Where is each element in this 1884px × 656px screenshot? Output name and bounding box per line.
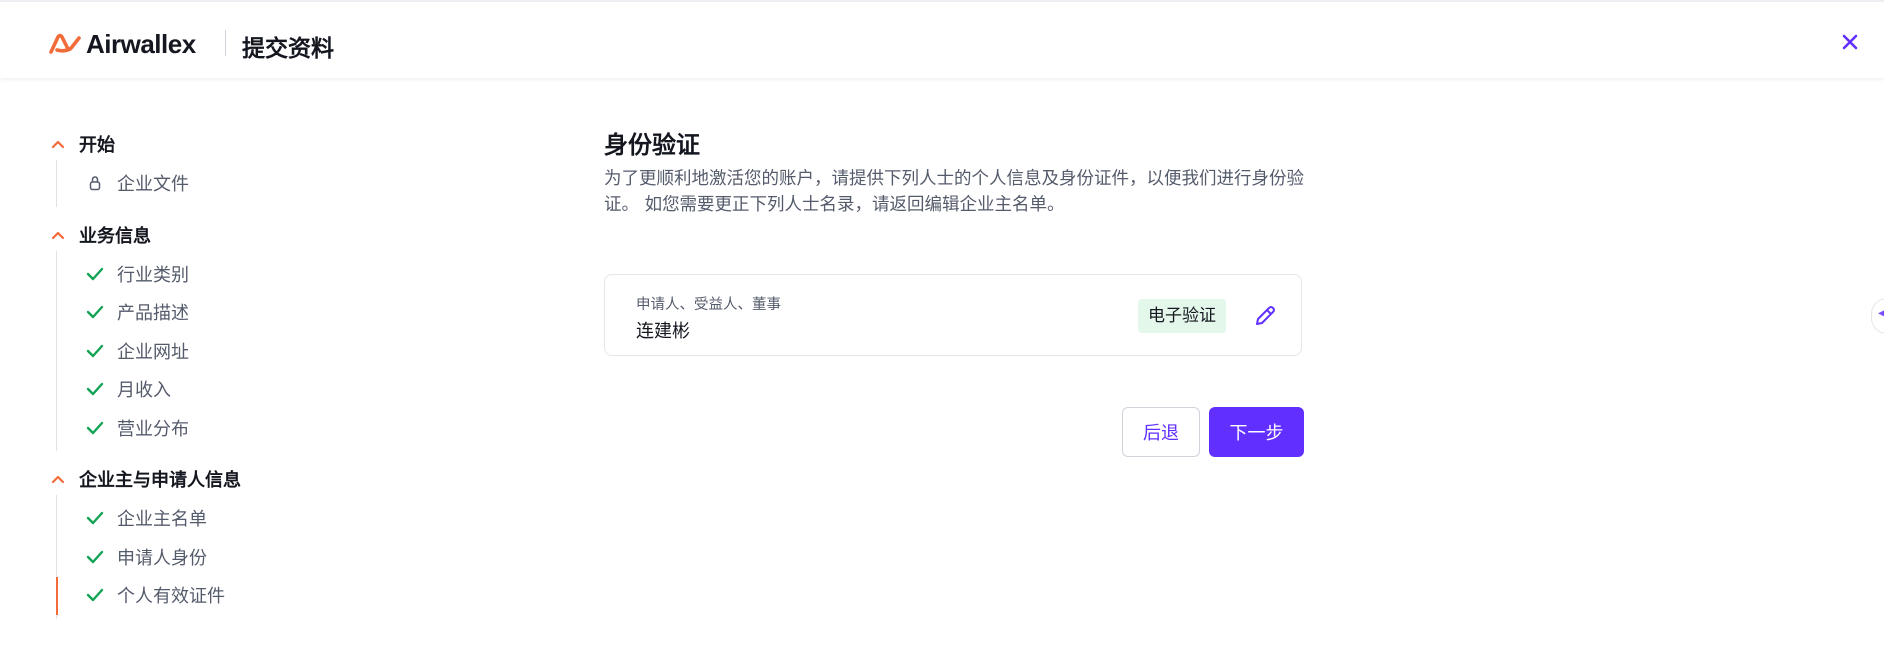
sidebar-section-start: 开始 企业文件 — [48, 128, 468, 207]
sidebar-item-label: 个人有效证件 — [117, 586, 225, 608]
sidebar-item-label: 行业类别 — [117, 264, 189, 286]
sidebar-section-title: 企业主与申请人信息 — [79, 470, 241, 491]
next-button[interactable]: 下一步 — [1209, 407, 1304, 457]
check-icon — [85, 302, 105, 322]
check-icon — [85, 418, 105, 438]
arrow-left-icon: ◀ — [1878, 305, 1884, 321]
airwallex-logo: Airwallex — [48, 28, 196, 59]
person-roles: 申请人、受益人、董事 — [636, 297, 781, 313]
lock-icon — [85, 173, 105, 193]
chevron-up-icon — [51, 475, 65, 484]
chevron-up-icon — [51, 140, 65, 149]
sidebar-item-website[interactable]: 企业网址 — [57, 332, 468, 371]
sidebar-item-label: 企业主名单 — [117, 509, 207, 531]
check-icon — [85, 264, 105, 284]
sidebar-section-header[interactable]: 业务信息 — [48, 219, 468, 251]
sidebar-item-monthly-revenue[interactable]: 月收入 — [57, 370, 468, 409]
airwallex-logo-icon — [49, 33, 81, 54]
sidebar-section-items: 企业文件 — [56, 160, 468, 207]
page-title: 提交资料 — [242, 36, 334, 62]
sidebar-section-items: 行业类别 产品描述 企业网址 月收入 营业分布 — [56, 250, 468, 451]
sidebar-section-owners-applicant: 企业主与申请人信息 企业主名单 申请人身份 个人有效证件 — [48, 463, 468, 619]
verification-status-badge: 电子验证 — [1138, 299, 1226, 333]
sidebar-item-personal-id[interactable]: 个人有效证件 — [57, 576, 468, 615]
sidebar-item-owner-list[interactable]: 企业主名单 — [57, 499, 468, 538]
check-icon — [85, 547, 105, 567]
sidebar-section-title: 业务信息 — [79, 225, 151, 247]
check-icon — [85, 379, 105, 399]
sidebar-item-industry[interactable]: 行业类别 — [57, 255, 468, 294]
section-description: 为了更顺利地激活您的账户，请提供下列人士的个人信息及身份证件，以便我们进行身份验… — [604, 169, 1304, 215]
person-card: 申请人、受益人、董事 连建彬 电子验证 — [604, 274, 1302, 356]
close-icon — [1842, 34, 1858, 50]
sidebar-item-label: 营业分布 — [117, 418, 189, 440]
sidebar-section-header[interactable]: 企业主与申请人信息 — [48, 463, 468, 495]
section-heading: 身份验证 — [604, 131, 700, 159]
pencil-icon — [1256, 306, 1275, 325]
active-step-indicator — [56, 576, 58, 615]
sidebar-item-label: 产品描述 — [117, 303, 189, 325]
sidebar-item-label: 企业文件 — [117, 174, 189, 196]
sidebar-item-label: 企业网址 — [117, 341, 189, 363]
sidebar-item-company-documents[interactable]: 企业文件 — [57, 164, 468, 203]
edit-person-button[interactable] — [1252, 303, 1278, 329]
brand-name: Airwallex — [86, 28, 196, 59]
header-divider — [225, 30, 226, 56]
sidebar-item-applicant-identity[interactable]: 申请人身份 — [57, 538, 468, 577]
chevron-up-icon — [51, 231, 65, 239]
sidebar-section-items: 企业主名单 申请人身份 个人有效证件 — [56, 495, 468, 619]
sidebar-item-label: 月收入 — [117, 380, 171, 402]
sidebar-item-label: 申请人身份 — [117, 547, 207, 569]
back-button[interactable]: 后退 — [1122, 407, 1200, 457]
sidebar-section-business-info: 业务信息 行业类别 产品描述 企业网址 月收入 营业分布 — [48, 219, 468, 451]
person-name: 连建彬 — [636, 321, 690, 342]
check-icon — [85, 585, 105, 605]
sidebar-section-title: 开始 — [79, 135, 115, 156]
side-help-tab[interactable]: ◀ — [1871, 298, 1884, 334]
check-icon — [85, 341, 105, 361]
sidebar-item-product-description[interactable]: 产品描述 — [57, 293, 468, 332]
progress-sidebar: 开始 企业文件 业务信息 行业类别 产品描述 企业网址 月收入 营业分布 企业主… — [48, 128, 468, 619]
main-content: 身份验证 为了更顺利地激活您的账户，请提供下列人士的个人信息及身份证件，以便我们… — [604, 128, 1304, 457]
sidebar-section-header[interactable]: 开始 — [48, 128, 468, 160]
check-icon — [85, 508, 105, 528]
top-bar: Airwallex 提交资料 — [0, 0, 1884, 78]
sidebar-item-business-distribution[interactable]: 营业分布 — [57, 409, 468, 448]
close-button[interactable] — [1838, 30, 1862, 54]
